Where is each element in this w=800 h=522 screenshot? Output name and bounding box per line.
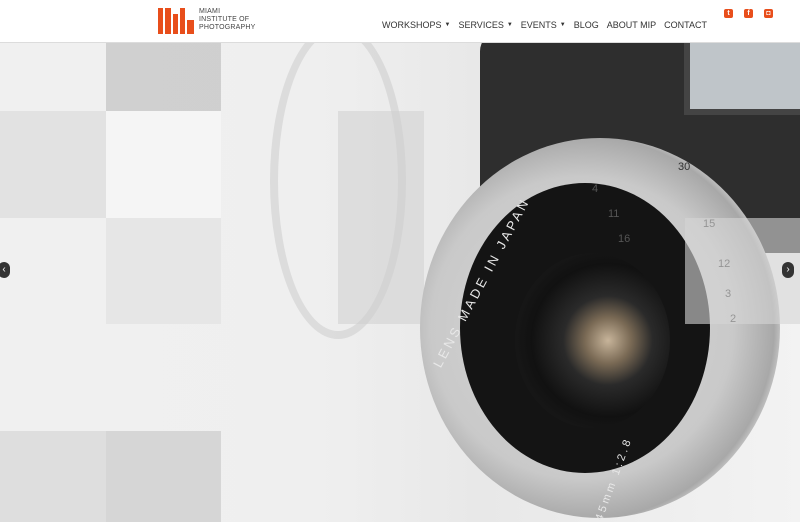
decorative-tile: [106, 218, 221, 324]
decorative-tile: [106, 43, 221, 111]
logo-line-2: INSTITUTE OF: [199, 16, 250, 23]
nav-services-label: SERVICES: [458, 20, 504, 30]
nav-about-label: ABOUT MIP: [606, 20, 657, 30]
decorative-tile: [106, 431, 221, 522]
scale-number: 11: [608, 208, 620, 220]
twitter-icon[interactable]: t: [724, 9, 733, 18]
nav-about[interactable]: ABOUT MIP: [607, 20, 656, 30]
scale-number: 4: [592, 183, 599, 195]
camera-viewfinder: [684, 43, 800, 115]
facebook-icon[interactable]: f: [744, 9, 753, 18]
logo-mark-icon: [158, 8, 194, 34]
nav-events[interactable]: EVENTS ▼: [521, 20, 566, 30]
nav-services[interactable]: SERVICES ▼: [458, 20, 512, 30]
nav-workshops-label: WORKSHOPS: [382, 20, 442, 30]
carousel-prev-button[interactable]: ‹: [0, 262, 10, 278]
scale-number: 16: [618, 233, 631, 245]
caret-down-icon: ▼: [506, 21, 513, 28]
logo-line-1: MIAMI: [199, 8, 221, 15]
caret-down-icon: ▼: [559, 21, 566, 28]
hero-carousel: LENS MADE IN JAPAN 45mm 1:2.8 30 15 12 1…: [0, 43, 800, 522]
nav-events-label: EVENTS: [520, 20, 557, 30]
decorative-tile: [0, 111, 106, 218]
social-links: t f ◘: [713, 9, 773, 18]
main-nav: WORKSHOPS ▼ SERVICES ▼ EVENTS ▼ BLOG ABO…: [382, 20, 707, 30]
logo-text: MIAMI INSTITUTE OF PHOTOGRAPHY: [199, 8, 256, 32]
site-header: MIAMI INSTITUTE OF PHOTOGRAPHY WORKSHOPS…: [0, 0, 800, 43]
nav-contact-label: CONTACT: [664, 20, 707, 30]
site-logo[interactable]: MIAMI INSTITUTE OF PHOTOGRAPHY: [158, 8, 256, 34]
nav-contact[interactable]: CONTACT: [664, 20, 707, 30]
nav-workshops[interactable]: WORKSHOPS ▼: [382, 20, 450, 30]
decorative-tile: [0, 431, 106, 522]
camera-lens-glass: [515, 253, 670, 428]
caret-down-icon: ▼: [444, 21, 451, 28]
logo-line-3: PHOTOGRAPHY: [199, 24, 256, 31]
nav-blog-label: BLOG: [573, 20, 599, 30]
instagram-icon[interactable]: ◘: [764, 9, 773, 18]
scale-number: 30: [678, 161, 691, 173]
decorative-tile: [106, 111, 221, 218]
carousel-next-button[interactable]: ›: [782, 262, 794, 278]
nav-blog[interactable]: BLOG: [574, 20, 599, 30]
